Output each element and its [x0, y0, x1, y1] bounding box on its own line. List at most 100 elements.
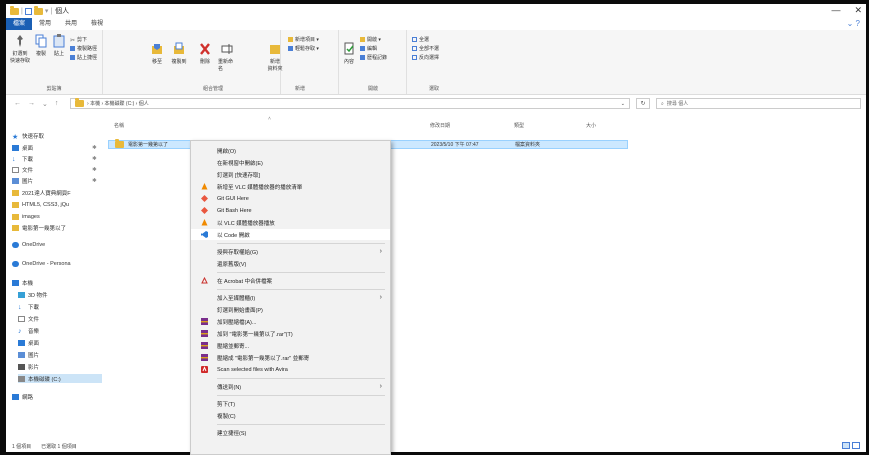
- context-menu-item[interactable]: 壓縮並郵寄...: [191, 340, 390, 351]
- history-button[interactable]: 歷程記錄: [360, 54, 387, 61]
- tab-view[interactable]: 檢視: [84, 18, 110, 30]
- pin-icon: ✱: [92, 166, 97, 173]
- cut-button[interactable]: ✂ 剪下: [70, 36, 87, 44]
- easy-access-button[interactable]: 輕鬆存取 ▾: [288, 45, 319, 52]
- cloud-icon: [12, 241, 19, 248]
- tab-home[interactable]: 常用: [32, 18, 58, 30]
- dropdown-icon[interactable]: ▾: [45, 7, 49, 15]
- context-menu-item[interactable]: 建立捷徑(S): [191, 427, 390, 438]
- context-menu-item[interactable]: 加入至媒體櫃(I) ›: [191, 292, 390, 303]
- paste-shortcut-button[interactable]: 貼上捷徑: [70, 54, 97, 61]
- copy-path-button[interactable]: 複製路徑: [70, 45, 97, 52]
- nav-pc-documents[interactable]: 文件: [18, 314, 108, 323]
- minimize-button[interactable]: —: [831, 5, 840, 16]
- edit-icon: [360, 46, 365, 51]
- nav-onedrive-personal[interactable]: OneDrive - Persona: [12, 259, 102, 268]
- nav-pc-desktop[interactable]: 桌面: [18, 338, 108, 347]
- up-icon[interactable]: ↑: [55, 100, 59, 108]
- nav-pc-pictures[interactable]: 圖片: [18, 350, 108, 359]
- properties-button[interactable]: 內容: [340, 42, 358, 65]
- context-menu-item[interactable]: 新增至 VLC 媒體播放器的播放清單: [191, 181, 390, 192]
- select-all-button[interactable]: 全選: [412, 36, 429, 43]
- column-header-type[interactable]: 類型: [514, 122, 524, 129]
- nav-item-pictures[interactable]: 圖片 ✱: [12, 176, 102, 185]
- nav-this-pc[interactable]: 本機: [12, 278, 102, 287]
- nav-item-folder[interactable]: 2021達人寶典網頁F: [12, 188, 102, 197]
- recent-icon[interactable]: ⌄: [42, 100, 48, 108]
- copy-button[interactable]: 複製: [32, 34, 50, 57]
- invert-selection-button[interactable]: 反向選擇: [412, 54, 439, 61]
- edit-button[interactable]: 編輯: [360, 45, 377, 52]
- details-view-icon[interactable]: [842, 442, 850, 449]
- move-to-button[interactable]: 移至: [148, 42, 166, 65]
- new-folder-icon[interactable]: [33, 5, 43, 15]
- tab-share[interactable]: 共用: [58, 18, 84, 30]
- help-icon[interactable]: ⌄ ?: [847, 19, 860, 28]
- context-menu-item[interactable]: 加到壓縮檔(A)...: [191, 316, 390, 327]
- context-menu-item[interactable]: 以 Code 開啟: [191, 229, 390, 240]
- properties-icon[interactable]: [24, 7, 32, 15]
- context-menu-item[interactable]: 傳送到(N) ›: [191, 381, 390, 392]
- breadcrumb-item[interactable]: 個人: [139, 100, 149, 107]
- context-menu-item[interactable]: 加到 "電影第一幾第以了.rar"(T): [191, 328, 390, 339]
- breadcrumb-item[interactable]: 本機: [90, 100, 100, 107]
- nav-item-folder[interactable]: 電影第一幾第以了: [12, 223, 102, 232]
- column-header-size[interactable]: 大小: [586, 122, 596, 129]
- nav-pc-downloads[interactable]: ↓ 下載: [18, 302, 108, 311]
- search-input[interactable]: ⌕ 搜尋 個人: [656, 98, 861, 109]
- nav-onedrive[interactable]: OneDrive: [12, 240, 102, 249]
- context-menu-item[interactable]: 開啟(O): [191, 145, 390, 156]
- context-menu-item[interactable]: 壓縮成 "電影第一幾第以了.rar" 並郵寄: [191, 352, 390, 363]
- context-menu-item[interactable]: 剪下(T): [191, 398, 390, 409]
- select-none-button[interactable]: 全部不選: [412, 45, 439, 52]
- column-header-name[interactable]: 名稱: [114, 122, 124, 129]
- context-menu-item[interactable]: 以 VLC 媒體播放器播放: [191, 217, 390, 228]
- pin-quick-access-button[interactable]: 釘選到 快速存取: [8, 34, 32, 64]
- copy-to-button[interactable]: 複製到: [170, 42, 188, 65]
- chevron-down-icon[interactable]: ⌄: [621, 101, 625, 107]
- context-menu-item[interactable]: 釘選到 [快速存取]: [191, 169, 390, 180]
- copy-label: 複製: [35, 51, 46, 57]
- nav-item-folder[interactable]: HTML5, CSS3, jQu: [12, 200, 102, 209]
- menu-item-label: 以 VLC 媒體播放器播放: [217, 220, 275, 227]
- open-button[interactable]: 開啟 ▾: [360, 36, 381, 43]
- menu-item-label: 釘選到開始畫面(P): [217, 307, 263, 314]
- paste-button[interactable]: 貼上: [50, 34, 68, 57]
- refresh-button[interactable]: ↻: [636, 98, 650, 109]
- nav-pc-music[interactable]: ♪ 音樂: [18, 326, 108, 335]
- rename-button[interactable]: 重新命名: [218, 42, 236, 72]
- forward-icon[interactable]: →: [28, 100, 35, 108]
- back-icon[interactable]: ←: [14, 100, 21, 108]
- nav-item-downloads[interactable]: ↓ 下載 ✱: [12, 154, 102, 163]
- breadcrumb-item[interactable]: 本機磁碟 (C:): [105, 100, 135, 107]
- open-label: 開啟 ▾: [367, 37, 381, 43]
- context-menu-item[interactable]: Scan selected files with Avira: [191, 364, 390, 375]
- nav-item-desktop[interactable]: 桌面 ✱: [12, 143, 102, 152]
- tab-file[interactable]: 檔案: [6, 18, 33, 30]
- nav-pc-local-disk[interactable]: 本機磁碟 (C:): [18, 374, 102, 383]
- address-box[interactable]: › 本機 › 本機磁碟 (C:) › 個人 ⌄: [70, 98, 630, 109]
- nav-item-folder[interactable]: images: [12, 212, 102, 221]
- nav-item-documents[interactable]: 文件 ✱: [12, 165, 102, 174]
- delete-button[interactable]: 刪除: [196, 42, 214, 65]
- nav-quick-access[interactable]: ★ 快速存取: [12, 131, 102, 141]
- select-none-label: 全部不選: [419, 46, 440, 52]
- close-button[interactable]: ✕: [854, 5, 862, 16]
- new-item-button[interactable]: 新增項目 ▾: [288, 36, 319, 43]
- nav-network[interactable]: 網路: [12, 392, 102, 401]
- context-menu-item[interactable]: 複製(C): [191, 410, 390, 421]
- context-menu-item[interactable]: 釘選到開始畫面(P): [191, 304, 390, 315]
- context-menu-item[interactable]: 授與存取權給(G) ›: [191, 246, 390, 257]
- context-menu-item[interactable]: 還原舊版(V): [191, 258, 390, 269]
- context-menu-item[interactable]: Git GUI Here: [191, 193, 390, 204]
- column-header-date[interactable]: 修改日期: [430, 122, 450, 129]
- star-icon: ★: [12, 133, 19, 141]
- new-folder-button[interactable]: 新增 資料夾: [264, 42, 286, 72]
- context-menu-item[interactable]: 在 Acrobat 中合併檔案: [191, 275, 390, 286]
- context-menu-item[interactable]: Git Bash Here: [191, 205, 390, 216]
- nav-pc-videos[interactable]: 影片: [18, 362, 108, 371]
- nav-pc-3d[interactable]: 3D 物件: [18, 290, 108, 299]
- context-menu-item[interactable]: 在新視窗中開啟(E): [191, 157, 390, 168]
- large-icons-view-icon[interactable]: [852, 442, 860, 449]
- folder-icon: [12, 213, 19, 220]
